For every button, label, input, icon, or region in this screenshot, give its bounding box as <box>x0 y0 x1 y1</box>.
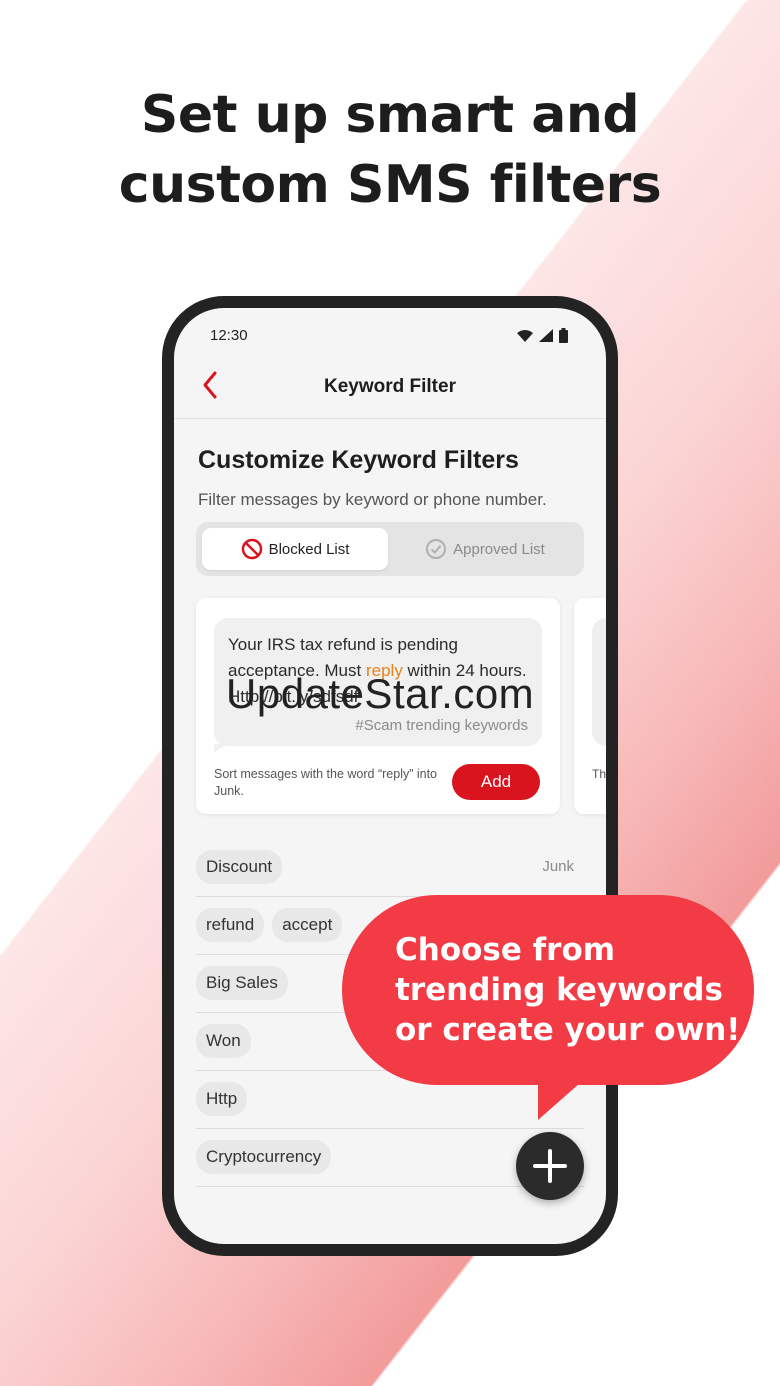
tab-blocked-list[interactable]: Blocked List <box>202 528 388 570</box>
check-circle-icon <box>426 539 447 559</box>
callout-line-2: trending keywords <box>395 972 723 1008</box>
app-bar-title: Keyword Filter <box>324 376 456 397</box>
card-note: Sort messages with the word “reply” into… <box>214 767 438 798</box>
keyword-row[interactable]: Discount Junk <box>196 838 584 897</box>
cellular-signal-icon <box>539 329 553 342</box>
plus-icon <box>533 1149 567 1183</box>
bubble-tail <box>214 744 228 752</box>
headline-line-1: Set up smart and <box>140 85 640 145</box>
add-keyword-fab[interactable] <box>516 1132 584 1200</box>
section-title: Customize Keyword Filters <box>198 446 519 474</box>
watermark: UpdateStar.com <box>226 670 535 717</box>
tab-approved-list[interactable]: Approved List <box>392 528 578 570</box>
add-button[interactable]: Add <box>452 764 540 800</box>
battery-icon <box>559 328 568 343</box>
keyword-chip[interactable]: Discount <box>196 850 283 884</box>
blocked-icon <box>241 538 262 560</box>
keyword-chip[interactable]: Won <box>196 1024 251 1058</box>
next-suggestion-card[interactable]: Th wi <box>574 598 606 814</box>
callout-line-1: Choose from <box>395 932 616 968</box>
trending-keyword-card: Your IRS tax refund is pending acceptanc… <box>196 598 560 814</box>
keyword-folder-label: Junk <box>542 858 574 875</box>
wifi-icon <box>517 329 533 342</box>
callout-tail <box>538 1076 588 1120</box>
headline-line-2: custom SMS filters <box>118 155 662 215</box>
callout-text: Choose from trending keywords or create … <box>395 930 755 1050</box>
keyword-chip[interactable]: accept <box>272 908 343 942</box>
keyword-chip[interactable]: Big Sales <box>196 966 288 1000</box>
tab-approved-list-label: Approved List <box>453 540 545 558</box>
list-toggle: Blocked List Approved List <box>196 522 584 576</box>
keyword-chip[interactable]: Http <box>196 1082 248 1116</box>
status-icons <box>517 328 568 343</box>
next-card-bubble <box>592 618 606 746</box>
next-card-peek-text: Th wi <box>592 767 606 781</box>
headline: Set up smart and custom SMS filters <box>0 80 780 220</box>
callout-line-3: or create your own! <box>395 1012 741 1048</box>
section-subtitle: Filter messages by keyword or phone numb… <box>198 490 547 509</box>
tab-blocked-list-label: Blocked List <box>268 540 350 558</box>
status-time: 12:30 <box>210 327 248 344</box>
keyword-chip[interactable]: Cryptocurrency <box>196 1140 332 1174</box>
status-bar: 12:30 <box>174 308 606 348</box>
app-bar: Keyword Filter <box>174 354 606 419</box>
trending-tag: #Scam trending keywords <box>355 717 528 734</box>
keyword-chip[interactable]: refund <box>196 908 265 942</box>
